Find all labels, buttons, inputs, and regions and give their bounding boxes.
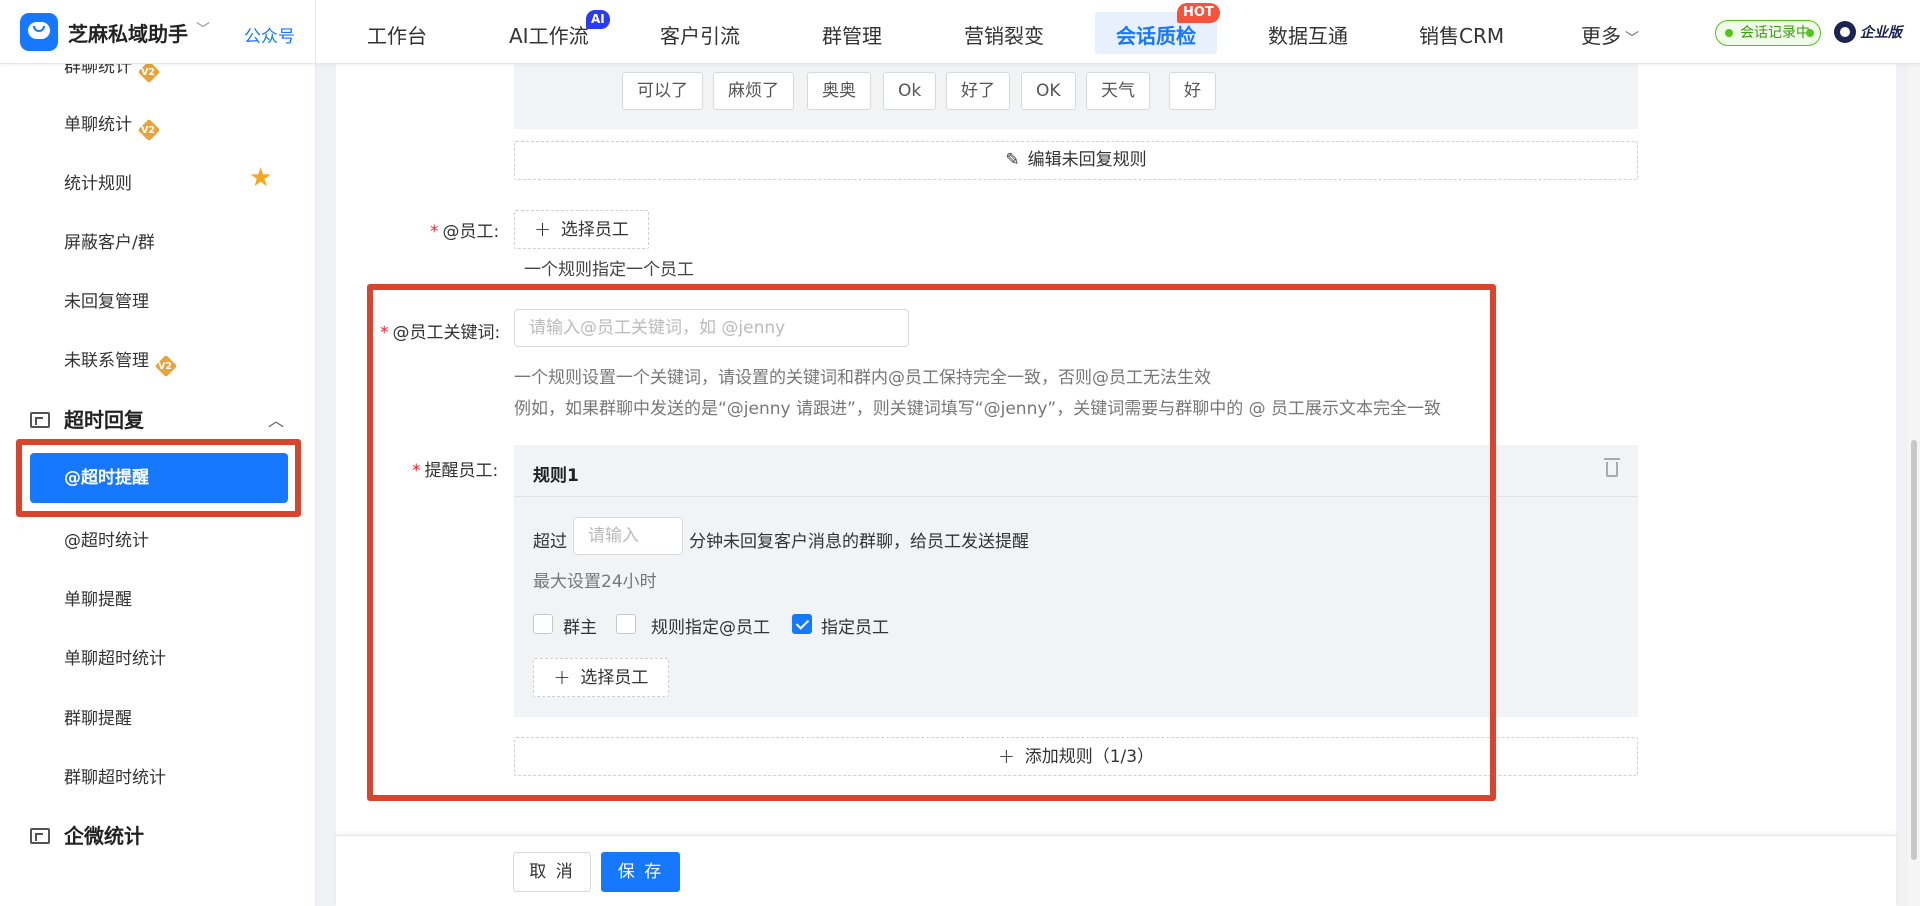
record-dot-icon — [1806, 29, 1814, 37]
sidebar-item-block-customer[interactable]: 屏蔽客户/群 — [64, 228, 155, 253]
edit-unreplied-rule-button[interactable]: ✎ 编辑未回复规则 — [514, 141, 1638, 180]
cancel-button[interactable]: 取 消 — [513, 852, 591, 892]
sidebar-item-group-overtime-stats[interactable]: 群聊超时统计 — [64, 763, 166, 788]
sidebar-group-label: 超时回复 — [64, 408, 144, 432]
star-icon: ★ — [249, 163, 273, 193]
nav-more[interactable]: 更多 ﹀ — [1581, 20, 1639, 49]
keyword-tag[interactable]: 可以了 — [622, 72, 703, 110]
sidebar-item-group-remind[interactable]: 群聊提醒 — [64, 704, 132, 729]
chevron-down-icon[interactable]: ﹀ — [196, 19, 210, 39]
v2-badge-icon: V2 — [154, 354, 178, 378]
sidebar-item-stat-rules[interactable]: 统计规则 — [64, 169, 132, 194]
stats-icon — [30, 412, 50, 428]
sidebar-item-label: 未联系管理 — [64, 351, 149, 371]
edit-rule-label: 编辑未回复规则 — [1027, 150, 1147, 170]
edit-icon: ✎ — [1005, 150, 1020, 170]
keyword-tag[interactable]: 麻烦了 — [713, 72, 794, 110]
nav-marketing-fission[interactable]: 营销裂变 — [964, 20, 1044, 49]
record-status-label: 会话记录中 — [1740, 25, 1810, 41]
sidebar-item-at-overtime-stats[interactable]: @超时统计 — [64, 526, 149, 551]
enterprise-label[interactable]: 企业版 — [1860, 22, 1902, 42]
v2-badge-icon: V2 — [137, 64, 161, 84]
sidebar-item-label: 群聊统计 — [64, 64, 132, 77]
sidebar-item-unreplied[interactable]: 未回复管理 — [64, 287, 149, 312]
hot-badge: HOT — [1177, 3, 1220, 23]
sidebar-group-overtime[interactable]: 超时回复 — [30, 404, 144, 433]
sidebar-item-group-stats[interactable]: 群聊统计 V2 — [64, 64, 161, 84]
nav-sales-crm[interactable]: 销售CRM — [1419, 20, 1504, 49]
chevron-down-icon: ﹀ — [1625, 31, 1639, 47]
top-navigation-bar: 芝麻私域助手 ﹀ 公众号 工作台 AI工作流 AI 客户引流 群管理 营销裂变 … — [0, 0, 1920, 64]
stats-icon — [30, 828, 50, 844]
nav-ai-workflow[interactable]: AI工作流 — [509, 20, 589, 49]
keyword-tag[interactable]: 天气 — [1086, 72, 1150, 110]
sidebar-item-label: 单聊统计 — [64, 115, 132, 135]
keyword-tag[interactable]: OK — [1021, 72, 1076, 110]
brand-name[interactable]: 芝麻私域助手 — [68, 18, 188, 47]
keyword-tag[interactable]: Ok — [883, 72, 937, 110]
sidebar-item-single-remind[interactable]: 单聊提醒 — [64, 585, 132, 610]
ai-badge: AI — [586, 10, 610, 29]
nav-group-management[interactable]: 群管理 — [822, 20, 882, 49]
enterprise-logo-icon — [1834, 21, 1856, 43]
select-employee-button[interactable]: + 选择员工 — [514, 210, 649, 249]
record-dot-icon — [1725, 29, 1733, 37]
highlight-box-main — [367, 284, 1496, 801]
save-button[interactable]: 保 存 — [601, 852, 680, 892]
divider — [315, 0, 316, 64]
nav-session-quality[interactable]: 会话质检 — [1116, 20, 1196, 49]
form-footer: 取 消 保 存 — [336, 835, 1896, 906]
highlight-box-sidebar — [16, 439, 301, 517]
sidebar-item-single-stats[interactable]: 单聊统计 V2 — [64, 110, 161, 142]
nav-workbench[interactable]: 工作台 — [367, 20, 427, 49]
app-logo-icon[interactable] — [20, 13, 58, 51]
nav-data-interop[interactable]: 数据互通 — [1268, 20, 1348, 49]
sidebar-item-uncontacted[interactable]: 未联系管理 V2 — [64, 346, 178, 378]
employee-hint: 一个规则指定一个员工 — [524, 260, 694, 280]
gzh-link[interactable]: 公众号 — [244, 22, 295, 47]
trash-icon[interactable] — [1604, 458, 1620, 477]
nav-customer-acquisition[interactable]: 客户引流 — [660, 20, 740, 49]
v2-badge-icon: V2 — [137, 118, 161, 142]
sidebar-group-wecom-stats[interactable]: 企微统计 — [30, 820, 144, 849]
select-employee-label: 选择员工 — [560, 220, 629, 240]
keyword-tag[interactable]: 好 — [1169, 72, 1216, 110]
nav-more-label: 更多 — [1581, 24, 1621, 48]
plus-icon: + — [534, 217, 551, 241]
employee-label: * @员工: — [430, 222, 500, 242]
record-status-pill[interactable]: 会话记录中 — [1715, 20, 1821, 46]
scrollbar-thumb[interactable] — [1911, 440, 1917, 860]
sidebar-group-label: 企微统计 — [64, 824, 144, 848]
keyword-tag[interactable]: 好了 — [946, 72, 1010, 110]
keyword-tag[interactable]: 奥奥 — [807, 72, 871, 110]
chevron-up-icon[interactable]: ︿ — [268, 407, 284, 431]
sidebar-item-single-overtime-stats[interactable]: 单聊超时统计 — [64, 644, 166, 669]
